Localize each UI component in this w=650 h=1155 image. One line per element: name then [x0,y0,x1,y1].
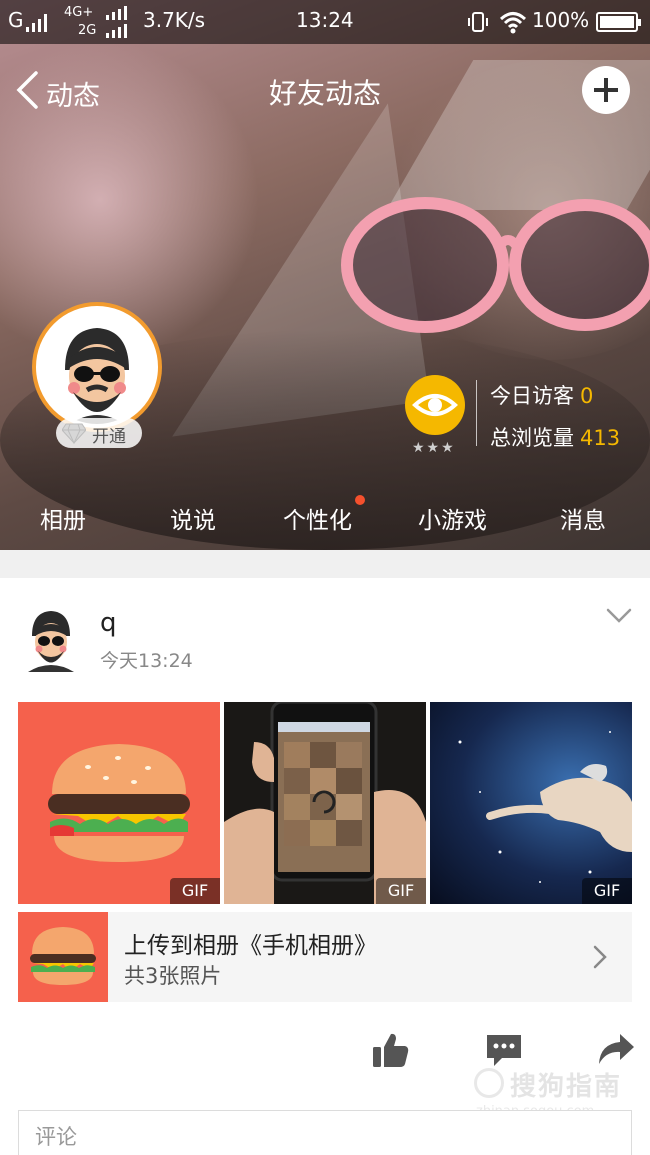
photo-thumbnail[interactable]: GIF [224,702,426,904]
bearded-man-avatar [40,310,154,424]
chevron-right-icon [593,945,607,969]
signal-icon [106,24,132,38]
page-title: 好友动态 [268,77,381,110]
notification-dot [355,495,365,505]
gif-tag: GIF [170,878,220,904]
visitors-today[interactable]: 今日访客 0 [490,380,593,410]
album-link[interactable]: 上传到相册《手机相册》 共3张照片 [18,912,632,1002]
visitor-eye-button[interactable] [405,375,465,435]
space-figure-illustration [458,731,632,883]
post-timestamp: 今天13:24 [100,650,193,672]
tab-album[interactable]: 相册 [40,501,86,535]
gif-tag: GIF [582,878,632,904]
network-speed: 3.7K/s [143,8,206,32]
sogou-logo-icon [474,1068,504,1098]
tab-messages[interactable]: 消息 [560,501,606,535]
chevron-left-icon [16,71,38,109]
photo-grid: GIF GIF GIF [18,702,632,904]
album-photo-count: 共3张照片 [124,964,222,988]
wifi-icon [499,12,527,34]
network-type-top: 4G+ [64,5,94,20]
chevron-down-icon[interactable] [604,606,634,626]
signal-icon [106,6,132,20]
tab-personalize[interactable]: 个性化 [283,501,352,535]
back-label: 动态 [46,81,100,112]
eye-icon [412,394,458,416]
profile-avatar[interactable] [36,306,158,428]
divider [476,380,477,446]
total-views[interactable]: 总浏览量 413 [490,422,620,452]
comment-input[interactable] [35,1121,595,1153]
vip-label: 开通 [92,427,126,447]
total-views-value: 413 [580,426,621,450]
battery-icon [596,12,641,32]
gif-tag: GIF [376,878,426,904]
comment-icon[interactable] [484,1030,524,1070]
burger-illustration [48,744,190,862]
vibrate-icon [468,12,488,32]
level-stars: ★★★ [412,440,456,456]
burger-illustration [30,927,96,985]
bearded-man-avatar [28,611,74,672]
profile-tab-bar: 相册 说说 个性化 小游戏 消息 [0,495,650,545]
comment-box[interactable] [18,1110,632,1155]
status-bar: G 4G+ 2G 3.7K/s 13:24 100% [0,0,650,44]
post-author-avatar[interactable] [20,606,82,672]
phone-in-hand-illustration [224,702,426,904]
signal-icon [26,14,52,32]
tab-shuoshuo[interactable]: 说说 [170,501,216,535]
post-username[interactable]: q [100,608,117,638]
network-type-bottom: 2G [78,23,97,38]
tab-mini-games[interactable]: 小游戏 [418,501,487,535]
visitors-today-label: 今日访客 [490,384,574,408]
add-post-button[interactable] [582,66,630,114]
vip-badge[interactable]: 开通 [56,418,142,448]
carrier-label: G [8,8,24,32]
photo-thumbnail[interactable]: GIF [18,702,220,904]
back-button[interactable]: 动态 [14,68,124,112]
album-thumbnail [18,912,108,1002]
share-icon[interactable] [596,1030,636,1070]
like-icon[interactable] [370,1030,410,1070]
album-title: 上传到相册《手机相册》 [124,933,377,959]
battery-percent: 100% [532,8,590,32]
visitors-today-value: 0 [580,384,594,408]
feed-post-card: q 今天13:24 GIF GIF GIF 上传到相册《手机相册》 共3张照片 … [0,578,650,1155]
total-views-label: 总浏览量 [490,426,574,450]
photo-thumbnail[interactable]: GIF [430,702,632,904]
clock: 13:24 [296,8,354,32]
cover-sunglasses-graphic [341,197,650,333]
diamond-icon [62,423,86,444]
watermark-brand: 搜狗指南 [510,1072,623,1102]
